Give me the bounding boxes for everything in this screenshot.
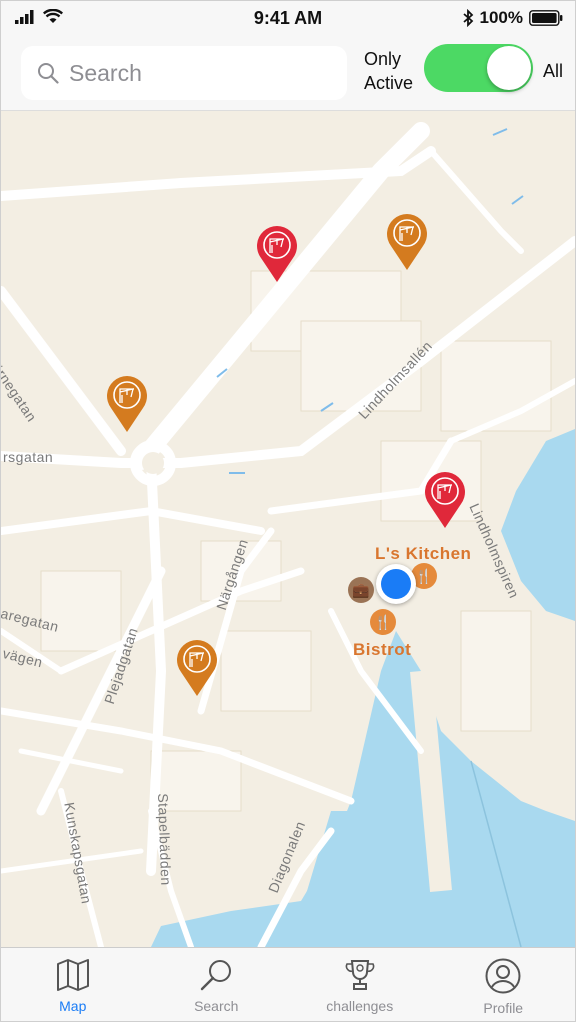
search-header: Only Active All <box>1 37 575 111</box>
toggle-label-line2: Active <box>364 73 414 93</box>
tab-bar: Map Search challenges Profile <box>1 947 576 1021</box>
marker-red-2[interactable] <box>423 471 467 529</box>
street-label: rsgatan <box>3 449 54 465</box>
crane-icon <box>107 376 147 432</box>
poi-label-bistrot[interactable]: Bistrot <box>353 640 411 660</box>
marker-orange-2[interactable] <box>105 375 149 433</box>
tab-label-challenges: challenges <box>326 998 394 1014</box>
only-active-label: Only Active <box>364 47 413 95</box>
search-icon <box>38 63 59 84</box>
street-label: Stapelbädden <box>155 793 175 886</box>
bluetooth-icon <box>462 9 473 27</box>
profile-icon <box>485 958 521 994</box>
tab-label-map: Map <box>59 998 87 1014</box>
status-bar: 9:41 AM 100% <box>1 1 575 37</box>
map-view[interactable]: olstjärnegatan Lindholmsallén rsgatan Li… <box>1 111 575 947</box>
trophy-icon <box>345 960 375 990</box>
tab-challenges[interactable]: challenges <box>288 948 432 1021</box>
active-filter-toggle[interactable] <box>424 44 533 92</box>
restaurant-icon[interactable]: 🍴 <box>370 609 396 635</box>
phone-screen: 9:41 AM 100% Only Active <box>0 0 576 1022</box>
tab-profile[interactable]: Profile <box>432 948 576 1021</box>
current-location-dot <box>376 564 416 604</box>
battery-icon <box>529 10 563 26</box>
marker-red-1[interactable] <box>255 225 299 283</box>
all-label: All <box>543 61 564 81</box>
toggle-label-line1: Only <box>364 49 402 69</box>
tab-label-profile: Profile <box>483 1000 524 1016</box>
battery-percent: 100% <box>479 8 523 27</box>
briefcase-icon[interactable]: 💼 <box>348 577 374 603</box>
tab-map[interactable]: Map <box>1 948 145 1021</box>
poi-label-kitchen[interactable]: L's Kitchen <box>375 544 471 564</box>
search-input[interactable] <box>69 59 309 87</box>
crane-icon <box>387 214 427 270</box>
crane-icon <box>425 472 465 528</box>
toggle-knob[interactable] <box>487 46 531 90</box>
marker-orange-3[interactable] <box>175 639 219 697</box>
search-bar[interactable] <box>21 46 347 100</box>
tab-search[interactable]: Search <box>145 948 289 1021</box>
tab-label-search: Search <box>194 998 239 1014</box>
marker-orange-1[interactable] <box>385 213 429 271</box>
search-icon <box>201 960 232 991</box>
crane-icon <box>177 640 217 696</box>
map-icon <box>56 959 89 991</box>
crane-icon <box>257 226 297 282</box>
